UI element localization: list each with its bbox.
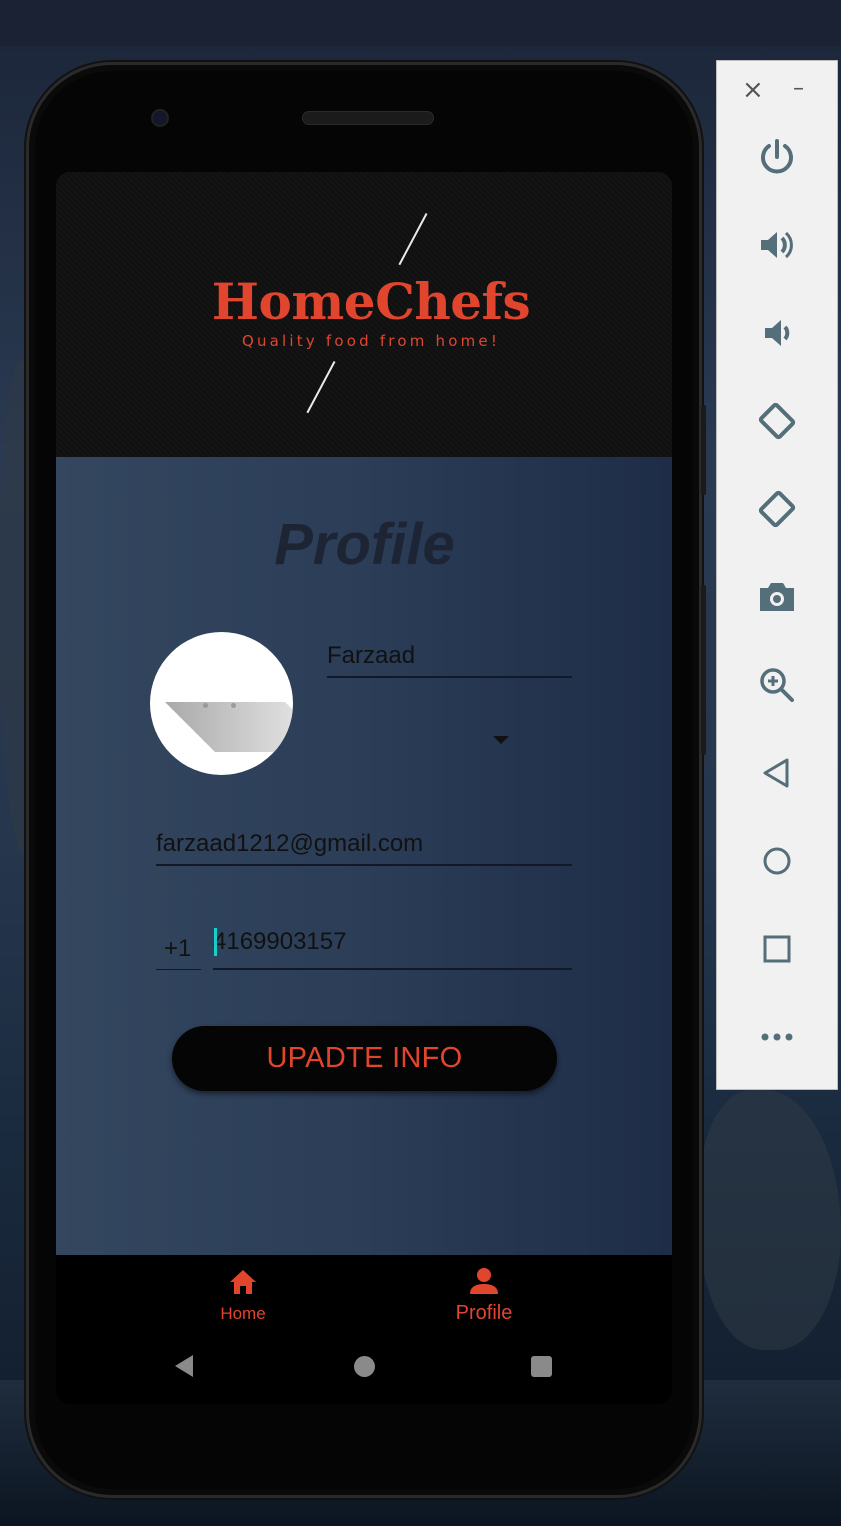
back-button[interactable] bbox=[752, 748, 802, 798]
rotate-left-icon bbox=[758, 402, 796, 440]
update-info-button[interactable]: UPADTE INFO bbox=[172, 1026, 557, 1091]
rotate-left-button[interactable] bbox=[752, 396, 802, 446]
country-code-value: +1 bbox=[164, 935, 192, 962]
avatar-placeholder-shadow bbox=[165, 702, 293, 752]
overview-icon bbox=[763, 935, 791, 963]
name-field-value: Farzaad bbox=[327, 642, 416, 669]
avatar[interactable] bbox=[150, 632, 293, 775]
email-field-value: farzaad1212@gmail.com bbox=[156, 830, 424, 857]
minimize-icon[interactable]: – bbox=[793, 75, 804, 103]
android-recents-icon[interactable] bbox=[531, 1356, 552, 1377]
country-code-field[interactable]: +1 bbox=[156, 934, 201, 970]
rotate-right-button[interactable] bbox=[752, 484, 802, 534]
home-icon bbox=[230, 1270, 256, 1294]
hero-banner: HomeChefs Quality food from home! bbox=[56, 172, 672, 457]
decorative-slash bbox=[398, 213, 428, 265]
nav-item-home[interactable]: Home bbox=[173, 1255, 313, 1340]
volume-up-icon bbox=[761, 231, 793, 259]
text-cursor bbox=[214, 928, 217, 956]
back-icon bbox=[763, 758, 789, 788]
email-field[interactable]: farzaad1212@gmail.com bbox=[156, 830, 572, 866]
nav-item-profile[interactable]: Profile bbox=[414, 1255, 554, 1340]
avatar-placeholder-dot bbox=[231, 703, 236, 708]
background-rock bbox=[700, 1090, 841, 1350]
home-button[interactable] bbox=[752, 836, 802, 886]
home-circle-icon bbox=[763, 847, 791, 875]
brand-title: HomeChefs bbox=[211, 272, 531, 331]
bottom-navigation: Home Profile bbox=[56, 1255, 672, 1340]
person-icon bbox=[470, 1268, 498, 1294]
zoom-button[interactable] bbox=[752, 660, 802, 710]
close-icon[interactable]: × bbox=[742, 75, 764, 105]
side-button bbox=[701, 405, 706, 495]
screenshot-button[interactable] bbox=[752, 572, 802, 622]
side-button bbox=[701, 585, 706, 755]
power-icon bbox=[761, 139, 793, 174]
brand-tagline: Quality food from home! bbox=[241, 332, 501, 350]
rotate-right-icon bbox=[758, 490, 796, 528]
android-back-icon[interactable] bbox=[175, 1355, 193, 1377]
emulator-window-controls: × – bbox=[717, 75, 839, 105]
volume-down-button[interactable] bbox=[752, 308, 802, 358]
more-icon bbox=[761, 1033, 793, 1041]
volume-down-icon bbox=[765, 320, 790, 346]
page-title: Profile bbox=[274, 512, 455, 577]
more-button[interactable] bbox=[752, 1012, 802, 1062]
android-navigation-bar bbox=[56, 1340, 672, 1404]
decorative-slash bbox=[306, 361, 336, 413]
name-field[interactable]: Farzaad bbox=[327, 642, 572, 678]
nav-item-label: Home bbox=[220, 1304, 266, 1323]
desktop-topbar bbox=[0, 0, 841, 46]
phone-screen: HomeChefs Quality food from home! Profil… bbox=[56, 172, 672, 1404]
earpiece-speaker bbox=[302, 111, 434, 125]
android-home-icon[interactable] bbox=[354, 1356, 375, 1377]
phone-field-value: 4169903157 bbox=[213, 928, 347, 955]
zoom-icon bbox=[760, 668, 794, 702]
power-button[interactable] bbox=[752, 132, 802, 182]
overview-button[interactable] bbox=[752, 924, 802, 974]
avatar-placeholder-dot bbox=[203, 703, 208, 708]
emulator-toolbar: × – bbox=[716, 60, 838, 1090]
volume-up-button[interactable] bbox=[752, 220, 802, 270]
camera-icon bbox=[760, 583, 794, 611]
front-camera bbox=[151, 109, 169, 127]
role-dropdown[interactable] bbox=[327, 707, 517, 747]
phone-field[interactable]: 4169903157 bbox=[213, 928, 572, 970]
nav-item-label: Profile bbox=[455, 1302, 513, 1324]
